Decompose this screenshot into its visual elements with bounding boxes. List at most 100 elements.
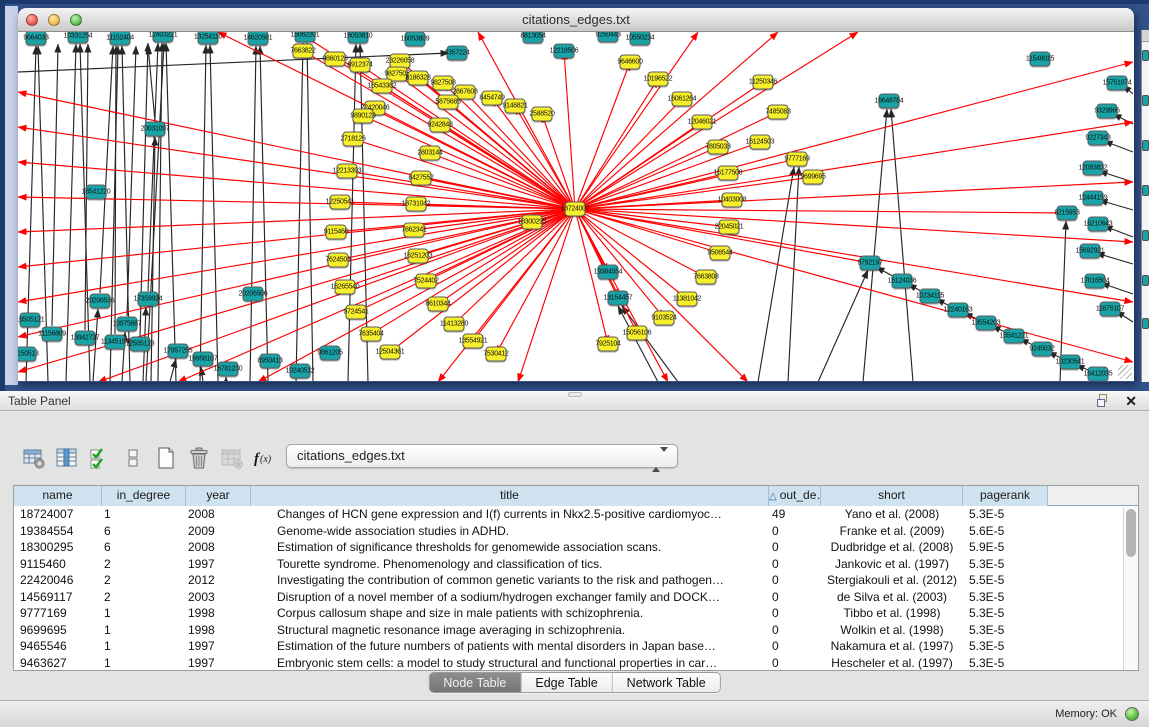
graph-node[interactable]: 2588520 — [532, 107, 553, 122]
graph-node[interactable]: 8215953 — [1057, 206, 1078, 221]
graph-node[interactable]: 11675107 — [1100, 302, 1121, 317]
graph-node[interactable]: 18541220 — [86, 185, 107, 200]
graph-node[interactable]: 17359924 — [138, 292, 159, 307]
graph-node[interactable]: 13554921 — [463, 334, 484, 349]
graph-node[interactable]: 11548015 — [1030, 52, 1051, 67]
graph-node[interactable]: 12213393 — [337, 164, 358, 179]
column-header-pagerank[interactable]: pagerank — [963, 486, 1048, 506]
graph-node[interactable]: 7635404 — [361, 327, 382, 342]
graph-node[interactable]: 10196522 — [648, 72, 669, 87]
graph-node[interactable]: 9146821 — [505, 99, 526, 114]
table-row[interactable]: 946554611997Estimation of the future num… — [14, 638, 1138, 655]
graph-node[interactable]: 15541221 — [1004, 329, 1025, 344]
column-header-out_de[interactable]: △out_de… — [769, 486, 821, 506]
table-row[interactable]: 946362711997Embryonic stem cells: a mode… — [14, 655, 1138, 672]
column-header-year[interactable]: year — [186, 486, 251, 506]
table-row[interactable]: 2242004622012Investigating the contribut… — [14, 572, 1138, 589]
graph-node[interactable]: 7805033 — [708, 140, 729, 155]
graph-node[interactable]: 13942737 — [75, 331, 96, 346]
graph-node[interactable]: 11345194 — [105, 335, 126, 350]
row-height-icon[interactable] — [119, 444, 147, 472]
graph-node[interactable]: 20031097 — [145, 122, 166, 137]
column-header-in_degree[interactable]: in_degree — [102, 486, 186, 506]
graph-node[interactable]: 7530412 — [486, 347, 507, 362]
graph-node[interactable]: 8950413 — [260, 354, 281, 369]
graph-node[interactable]: 16648784 — [879, 94, 900, 109]
graph-node[interactable]: 9646600 — [620, 55, 641, 70]
table-scrollbar-thumb[interactable] — [1126, 509, 1136, 557]
panel-drag-handle[interactable] — [568, 392, 582, 397]
graph-node[interactable]: 12218506 — [554, 44, 575, 59]
graph-node[interactable]: 7524402 — [416, 274, 437, 289]
graph-node[interactable]: 9860128 — [325, 52, 346, 67]
graph-node[interactable]: 7485083 — [768, 105, 789, 120]
graph-node[interactable]: 11156809 — [42, 327, 63, 342]
graph-node[interactable]: 14620561 — [248, 32, 269, 46]
graph-node[interactable]: 18731042 — [406, 197, 427, 212]
graph-node[interactable]: 11152404 — [110, 32, 131, 46]
graph-node[interactable]: 12093832 — [1083, 161, 1104, 176]
graph-node[interactable]: 16053810 — [348, 32, 369, 44]
graph-node[interactable]: 22045021 — [719, 220, 740, 235]
table-row[interactable]: 1872400712008Changes of HCN gene express… — [14, 506, 1138, 523]
close-panel-icon[interactable]: ✕ — [1125, 392, 1137, 410]
graph-node[interactable]: 16053809 — [405, 32, 426, 47]
graph-node[interactable]: 9890123 — [353, 109, 374, 124]
graph-node[interactable]: 15692921 — [1080, 244, 1101, 259]
graph-node[interactable]: 12250541 — [330, 195, 351, 210]
tab-edge-table[interactable]: Edge Table — [521, 673, 612, 692]
graph-node[interactable]: 5875685 — [438, 95, 459, 110]
graph-node[interactable]: 9699695 — [803, 170, 824, 185]
table-scrollbar[interactable] — [1123, 507, 1138, 670]
graph-node[interactable]: 12505123 — [130, 337, 151, 352]
table-row[interactable]: 1456911722003Disruption of a novel membe… — [14, 589, 1138, 606]
graph-node[interactable]: 10550234 — [630, 32, 651, 46]
graph-node[interactable]: 15751074 — [1107, 76, 1128, 91]
table-row[interactable]: 1830029562008Estimation of significance … — [14, 539, 1138, 556]
tab-node-table[interactable]: Node Table — [429, 673, 521, 692]
table-row[interactable]: 969969511998Structural magnetic resonanc… — [14, 622, 1138, 639]
table-row[interactable]: 1938455462009Genome-wide association stu… — [14, 523, 1138, 540]
network-canvas[interactable]: 9664033103312541115240412403221132541101… — [18, 32, 1134, 381]
graph-node[interactable]: 9827508 — [433, 76, 454, 91]
graph-node[interactable]: 16265540 — [335, 280, 356, 295]
graph-node[interactable]: 13554203 — [976, 316, 997, 331]
graph-node[interactable]: 7624503 — [328, 253, 349, 268]
graph-node[interactable]: 17016504 — [1085, 274, 1106, 289]
graph-node[interactable]: 7663808 — [696, 270, 717, 285]
graph-node[interactable]: 16412035 — [1088, 367, 1109, 382]
graph-node[interactable]: 7925104 — [598, 337, 619, 352]
graph-node[interactable]: 17957255 — [168, 344, 189, 359]
table-column-icon[interactable] — [53, 444, 81, 472]
graph-node[interactable]: 16958107 — [193, 352, 214, 367]
graph-node[interactable]: 10230541 — [1060, 355, 1081, 370]
graph-node[interactable]: 12403221 — [153, 32, 174, 43]
graph-node[interactable]: 10403008 — [722, 193, 743, 208]
graph-node[interactable]: 8610344 — [428, 297, 449, 312]
graph-node[interactable]: 11250346 — [753, 75, 774, 90]
graph-node[interactable]: 15062201 — [295, 32, 316, 43]
graph-node[interactable]: 10234115 — [920, 289, 941, 304]
graph-node[interactable]: 18724007 — [565, 202, 586, 217]
graph-node[interactable]: 8357224 — [447, 46, 468, 61]
graph-node[interactable]: 9150513 — [18, 347, 37, 362]
graph-node[interactable]: 2718126 — [343, 132, 364, 147]
background-window-sliver[interactable] — [1141, 30, 1149, 382]
graph-node[interactable]: 10240512 — [290, 364, 311, 379]
delete-table-icon[interactable] — [185, 444, 213, 472]
graph-node[interactable]: 20206506 — [243, 287, 264, 302]
graph-node[interactable]: 9506544 — [710, 246, 731, 261]
float-panel-icon[interactable] — [1097, 394, 1111, 408]
table-row[interactable]: 911546021997Tourette syndrome. Phenomeno… — [14, 556, 1138, 573]
graph-node[interactable]: 16505121 — [20, 313, 41, 328]
graph-node[interactable]: 16177508 — [718, 166, 739, 181]
graph-node[interactable]: 15056106 — [627, 326, 648, 341]
graph-node[interactable]: 16061264 — [672, 92, 693, 107]
graph-node[interactable]: 2803144 — [420, 146, 441, 161]
graph-node[interactable]: 11413280 — [444, 317, 465, 332]
graph-node[interactable]: 8813054 — [523, 32, 544, 44]
network-table-select[interactable]: citations_edges.txt — [286, 444, 678, 468]
function-builder-icon[interactable]: f(x) — [251, 444, 279, 472]
graph-node[interactable]: 9792197 — [860, 256, 881, 271]
window-resize-grip[interactable] — [1118, 365, 1132, 379]
